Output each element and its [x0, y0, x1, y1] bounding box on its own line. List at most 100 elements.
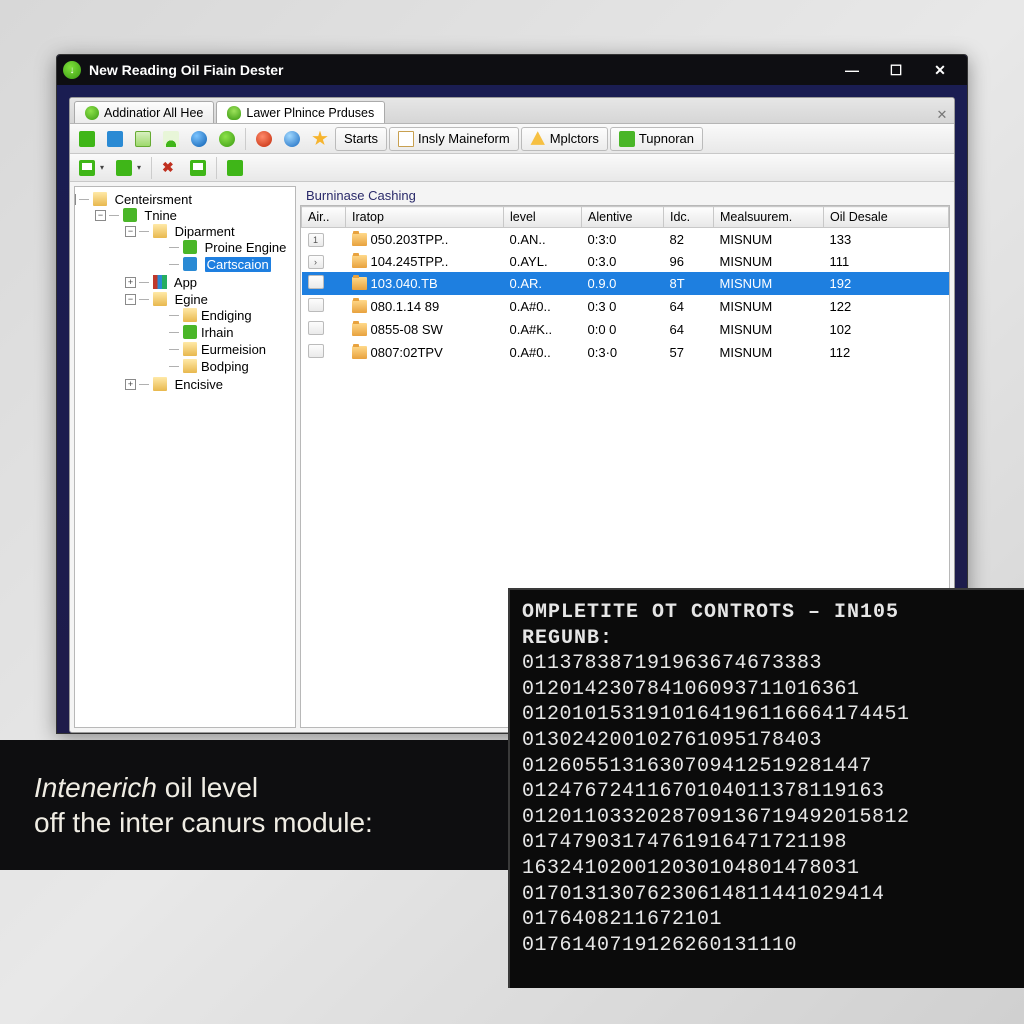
tree-leaf-selected[interactable]: Cartscaion	[169, 256, 293, 273]
module-icon	[183, 240, 197, 254]
close-button[interactable]: ✕	[925, 59, 955, 81]
tree-leaf[interactable]: Proine Engine	[169, 239, 293, 256]
console-body: 0113783871919636746733830120142307841060…	[522, 651, 1016, 958]
toolbar-button[interactable]	[307, 127, 333, 151]
folder-icon	[352, 233, 367, 246]
mplctors-button[interactable]: Mplctors	[521, 127, 608, 151]
console-subtitle: REGUNB:	[522, 626, 1016, 652]
console-line: 0120101531910164196116664174451	[522, 702, 1016, 728]
expand-icon[interactable]: +	[125, 277, 136, 288]
toolbar-dropdown[interactable]	[111, 156, 146, 180]
row-handle-icon[interactable]	[308, 344, 324, 358]
row-handle-icon[interactable]	[308, 321, 324, 335]
tree-leaf[interactable]: Endiging	[169, 307, 293, 324]
tree-root[interactable]: − Centeirsment − Tnine	[79, 191, 293, 395]
col-air[interactable]: Air..	[302, 207, 346, 228]
collapse-icon[interactable]: −	[74, 194, 76, 205]
table-row[interactable]: 1050.203TPP..0.AN..0:3:082MISNUM133	[302, 228, 949, 251]
toolbar-dropdown[interactable]	[74, 156, 109, 180]
col-oil-desale[interactable]: Oil Desale	[824, 207, 949, 228]
toolbar-button[interactable]	[102, 127, 128, 151]
collapse-icon[interactable]: −	[95, 210, 106, 221]
record-button[interactable]	[251, 127, 277, 151]
collapse-icon[interactable]: −	[125, 226, 136, 237]
tab-label: Lawer Plnince Prduses	[246, 106, 374, 120]
maximize-button[interactable]: ☐	[881, 59, 911, 81]
document-icon	[398, 131, 414, 147]
col-mealsuurem[interactable]: Mealsuurem.	[714, 207, 824, 228]
tree-label: Cartscaion	[205, 257, 271, 272]
console-line: 0126055131630709412519281447	[522, 754, 1016, 780]
tree-node[interactable]: − Diparment Proine Engine	[139, 223, 293, 274]
row-handle-icon[interactable]	[308, 275, 324, 289]
delete-button[interactable]: ✖	[157, 156, 183, 180]
tab-lawer-plnince[interactable]: Lawer Plnince Prduses	[216, 101, 385, 123]
tab-addinatior[interactable]: Addinatior All Hee	[74, 101, 214, 123]
tree-leaf[interactable]: Bodping	[169, 358, 293, 375]
console-overlay: OMPLETITE OT CONTROTS – IN105 REGUNB: 01…	[508, 588, 1024, 988]
folder-icon	[153, 377, 167, 391]
col-level[interactable]: level	[504, 207, 582, 228]
caption-overlay: Intenerich oil level off the inter canur…	[0, 740, 520, 870]
console-line: 0176408211672101	[522, 907, 1016, 933]
tab-close-button[interactable]: ✕	[934, 107, 950, 123]
table-row[interactable]: 0855-08 SW0.A#K..0:0 064MISNUM102	[302, 318, 949, 341]
folder-icon	[183, 342, 197, 356]
console-title: OMPLETITE OT CONTROTS – IN105	[522, 600, 1016, 626]
tree-node[interactable]: − Egine Endiging Irhain Eurmeision B	[139, 291, 293, 376]
caption-em: Intenerich	[34, 772, 157, 803]
app-icon	[63, 61, 81, 79]
col-idc[interactable]: Idc.	[664, 207, 714, 228]
console-line: 0176140719126260131110	[522, 933, 1016, 959]
puzzle-icon	[619, 131, 635, 147]
tree-label: Egine	[175, 292, 208, 307]
tupnoran-button[interactable]: Tupnoran	[610, 127, 703, 151]
table-row[interactable]: 0807:02TPV0.A#0..0:3·057MISNUM112	[302, 341, 949, 364]
separator	[151, 157, 152, 179]
tab-label: Addinatior All Hee	[104, 106, 203, 120]
toolbar-button[interactable]	[130, 127, 156, 151]
tree-leaf[interactable]: Eurmeision	[169, 341, 293, 358]
folder-icon	[352, 255, 367, 268]
row-handle-icon[interactable]: 1	[308, 233, 324, 247]
tree-label: Proine Engine	[205, 240, 287, 255]
main-toolbar: Starts Insly Maineform Mplctors Tupnoran	[70, 124, 954, 154]
toolbar-button[interactable]	[186, 127, 212, 151]
folder-icon	[352, 323, 367, 336]
tree-view[interactable]: − Centeirsment − Tnine	[74, 186, 296, 728]
toolbar-button[interactable]	[222, 156, 248, 180]
folder-icon	[153, 224, 167, 238]
tree-node[interactable]: + App	[139, 274, 293, 291]
table-header-row: Air.. Iratop level Alentive Idc. Mealsuu…	[302, 207, 949, 228]
separator	[216, 157, 217, 179]
toolbar-button[interactable]	[74, 127, 100, 151]
folder-icon	[183, 308, 197, 322]
secondary-toolbar: ✖	[70, 154, 954, 182]
tree-leaf[interactable]: Irhain	[169, 324, 293, 341]
mainform-button[interactable]: Insly Maineform	[389, 127, 519, 151]
collapse-icon[interactable]: −	[125, 294, 136, 305]
col-alentive[interactable]: Alentive	[582, 207, 664, 228]
toolbar-button[interactable]	[214, 127, 240, 151]
tree-label: Centeirsment	[115, 192, 192, 207]
table-row[interactable]: 103.040.TB0.AR.0.9.08TMISNUM192	[302, 272, 949, 295]
titlebar[interactable]: New Reading Oil Fiain Dester — ☐ ✕	[57, 55, 967, 85]
minimize-button[interactable]: —	[837, 59, 867, 81]
module-icon	[123, 208, 137, 222]
row-handle-icon[interactable]	[308, 298, 324, 312]
toolbar-button[interactable]	[158, 127, 184, 151]
starts-button[interactable]: Starts	[335, 127, 387, 151]
tree-node[interactable]: + Encisive	[139, 376, 293, 393]
library-icon	[153, 275, 167, 289]
row-handle-icon[interactable]: ›	[308, 255, 324, 269]
toolbar-button[interactable]	[185, 156, 211, 180]
expand-icon[interactable]: +	[125, 379, 136, 390]
tree-node[interactable]: − Tnine − Diparment	[109, 207, 293, 394]
table-row[interactable]: ›104.245TPP..0.AYL.0:3.096MISNUM111	[302, 250, 949, 272]
col-iratop[interactable]: Iratop	[346, 207, 504, 228]
table-row[interactable]: 080.1.14 890.A#0..0:3 064MISNUM122	[302, 295, 949, 318]
toolbar-button[interactable]	[279, 127, 305, 151]
data-table: Air.. Iratop level Alentive Idc. Mealsuu…	[301, 206, 949, 364]
caption-text: oil level	[157, 772, 258, 803]
tree-label: Encisive	[175, 377, 223, 392]
